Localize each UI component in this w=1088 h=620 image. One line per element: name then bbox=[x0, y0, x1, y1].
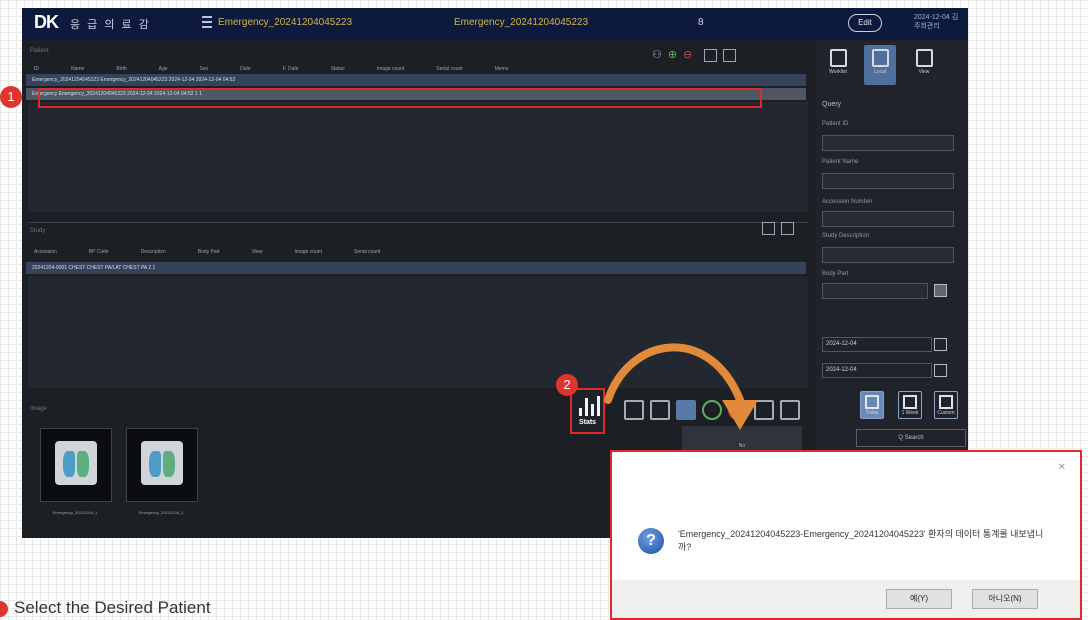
body-part-select[interactable] bbox=[822, 283, 928, 299]
dropdown-icon[interactable] bbox=[934, 284, 947, 297]
week-icon bbox=[903, 395, 917, 409]
week-button[interactable]: 1 Week bbox=[898, 391, 922, 419]
query-title: Query bbox=[822, 101, 842, 108]
col-image-count[interactable]: Image count bbox=[294, 249, 322, 259]
tab-label: View bbox=[918, 69, 930, 75]
view-icon bbox=[915, 49, 933, 67]
tab-label: Local bbox=[874, 69, 886, 75]
question-icon: ? bbox=[638, 528, 664, 554]
tab-worklist[interactable]: Worklist bbox=[822, 45, 854, 85]
local-icon bbox=[871, 49, 889, 67]
selected-row-highlight bbox=[38, 88, 762, 108]
thumbnail-caption: Emergency_20241204_2 bbox=[138, 510, 184, 515]
top-bar: DK 응 급 의 료 감 Emergency_20241204045223 Em… bbox=[22, 8, 968, 39]
col-bp-code[interactable]: BP Code bbox=[89, 249, 109, 259]
calendar-icon[interactable] bbox=[934, 364, 947, 377]
step-badge-2: 2 bbox=[556, 374, 578, 396]
flow-arrow-icon bbox=[604, 343, 758, 430]
xray-thumbnail[interactable] bbox=[40, 428, 112, 502]
yes-button[interactable]: 예(Y) bbox=[886, 589, 952, 609]
field-label: Patient ID bbox=[822, 121, 849, 127]
window-number: 8 bbox=[698, 17, 704, 28]
image-thumbnails: Emergency_20241204_1 Emergency_20241204_… bbox=[22, 408, 582, 538]
no-button[interactable]: 아니오(N) bbox=[972, 589, 1038, 609]
study-description-input[interactable] bbox=[822, 247, 954, 263]
tab-view[interactable]: View bbox=[908, 45, 940, 85]
dialog-message: 'Emergency_20241204045223-Emergency_2024… bbox=[678, 529, 1044, 552]
thumbnail-caption: Emergency_20241204_1 bbox=[52, 510, 98, 515]
col-serial-count[interactable]: Serial count bbox=[354, 249, 380, 259]
close-icon[interactable]: ✕ bbox=[1058, 462, 1066, 473]
export-icon[interactable] bbox=[704, 48, 718, 62]
field-label: Study Description bbox=[822, 233, 870, 239]
study-panel-label: Study bbox=[30, 228, 46, 234]
study-row[interactable]: 20241204-0001 CHEST CHEST PA/LAT CHEST P… bbox=[26, 262, 806, 274]
tab-local[interactable]: Local bbox=[864, 45, 896, 85]
field-label: Accession Number bbox=[822, 199, 873, 205]
edit-button[interactable]: Edit bbox=[848, 14, 882, 32]
tab-emergency[interactable]: Emergency_20241204045223 bbox=[218, 17, 352, 28]
study-toolbar bbox=[756, 222, 794, 235]
grid-icon[interactable] bbox=[780, 400, 800, 420]
instruction-text: Select the Desired Patient bbox=[0, 598, 211, 618]
row-cells: Emergency_20241204045223 Emergency_20241… bbox=[32, 77, 236, 83]
tab-label: Worklist bbox=[829, 69, 847, 75]
dialog-footer: 예(Y) 아니오(N) bbox=[612, 580, 1080, 618]
user-add-icon[interactable]: ⚇ bbox=[652, 49, 668, 61]
instruction-label: Select the Desired Patient bbox=[14, 598, 211, 617]
patient-id-input[interactable] bbox=[822, 135, 954, 151]
divider bbox=[28, 222, 808, 223]
col-description[interactable]: Description bbox=[141, 249, 166, 259]
user-info: 2024-12-04 김주희관리 bbox=[914, 14, 959, 30]
grid-icon[interactable] bbox=[781, 222, 794, 235]
study-grid-header: Accession BP Code Description Body Part … bbox=[34, 249, 412, 259]
col-accession[interactable]: Accession bbox=[34, 249, 57, 259]
patient-toolbar: ⚇⊕⊖ bbox=[652, 48, 737, 62]
button-label: Custom bbox=[937, 410, 955, 416]
table-row[interactable]: Emergency_20241204045223 Emergency_20241… bbox=[26, 74, 806, 86]
button-label: 1 Week bbox=[901, 410, 919, 416]
window-title: Emergency_20241204045223 bbox=[454, 17, 588, 28]
custom-icon bbox=[939, 395, 953, 409]
field-label: Body Part bbox=[822, 271, 849, 277]
col-view[interactable]: View bbox=[252, 249, 263, 259]
col-body-part[interactable]: Body Part bbox=[198, 249, 220, 259]
accession-input[interactable] bbox=[822, 211, 954, 227]
xray-thumbnail[interactable] bbox=[126, 428, 198, 502]
delete-icon[interactable]: ⊖ bbox=[683, 49, 698, 61]
today-button[interactable]: Today bbox=[860, 391, 884, 419]
confirm-dialog: ✕ ? 'Emergency_20241204045223-Emergency_… bbox=[610, 450, 1082, 620]
today-icon bbox=[865, 395, 879, 409]
add-icon[interactable]: ⊕ bbox=[668, 49, 683, 61]
patient-name-input[interactable] bbox=[822, 173, 954, 189]
date-from-field[interactable]: 2024-12-04 bbox=[822, 337, 932, 352]
step-badge-1: 1 bbox=[0, 86, 22, 108]
patient-panel-label: Patient bbox=[30, 48, 49, 54]
bullet-icon bbox=[0, 600, 8, 617]
grid-icon[interactable] bbox=[723, 48, 737, 62]
custom-button[interactable]: Custom bbox=[934, 391, 958, 419]
field-label: Patient Name bbox=[822, 159, 859, 165]
hamburger-menu-icon[interactable] bbox=[202, 16, 212, 28]
chest-xray-image bbox=[141, 441, 183, 485]
date-to-field[interactable]: 2024-12-04 bbox=[822, 363, 932, 378]
app-logo: DK bbox=[34, 12, 59, 32]
row-cells: 20241204-0001 CHEST CHEST PA/LAT CHEST P… bbox=[32, 265, 156, 271]
app-logo-subtitle: 응 급 의 료 감 bbox=[70, 19, 151, 31]
calendar-icon[interactable] bbox=[934, 338, 947, 351]
patient-list-area bbox=[28, 102, 808, 212]
button-label: Today bbox=[865, 410, 879, 416]
export-icon[interactable] bbox=[762, 222, 775, 235]
chest-xray-image bbox=[55, 441, 97, 485]
search-button[interactable]: Q Search bbox=[856, 429, 966, 447]
worklist-icon bbox=[829, 49, 847, 67]
